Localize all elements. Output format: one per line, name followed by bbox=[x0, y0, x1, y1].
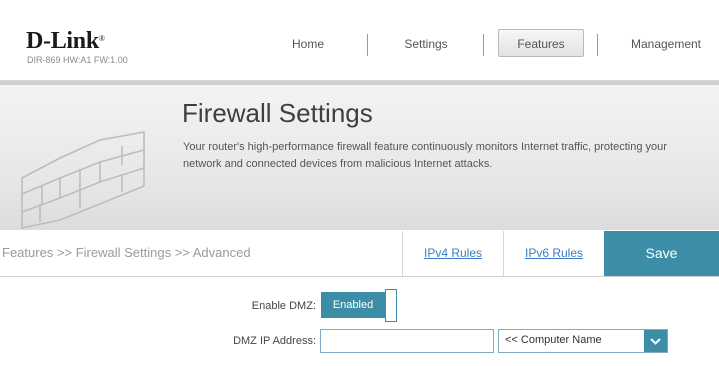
nav-divider bbox=[597, 34, 598, 56]
computer-name-select-value: << Computer Name bbox=[505, 334, 602, 346]
page-title: Firewall Settings bbox=[182, 98, 373, 128]
banner-top-stripe bbox=[0, 81, 719, 85]
dmz-toggle[interactable]: Enabled bbox=[321, 292, 385, 318]
nav-divider bbox=[483, 34, 484, 56]
breadcrumb: Features >> Firewall Settings >> Advance… bbox=[2, 245, 251, 260]
top-navigation-bar: D-Link® DIR-869 HW:A1 FW:1.00 Home Setti… bbox=[0, 0, 719, 81]
dmz-ip-label: DMZ IP Address: bbox=[233, 335, 316, 347]
chevron-down-icon[interactable] bbox=[644, 330, 667, 352]
nav-management[interactable]: Management bbox=[618, 30, 714, 58]
ipv6-rules-link[interactable]: IPv6 Rules bbox=[504, 231, 604, 276]
nav-home[interactable]: Home bbox=[278, 30, 338, 58]
nav-features[interactable]: Features bbox=[498, 30, 584, 58]
page-description: Your router's high-performance firewall … bbox=[183, 141, 667, 170]
nav-divider bbox=[367, 34, 368, 56]
dlink-logo: D-Link® bbox=[26, 28, 105, 54]
enable-dmz-label: Enable DMZ: bbox=[251, 300, 316, 312]
dmz-toggle-knob[interactable] bbox=[385, 289, 397, 322]
hardware-firmware-info: DIR-869 HW:A1 FW:1.00 bbox=[27, 55, 128, 65]
brick-wall-icon bbox=[21, 131, 145, 229]
nav-settings[interactable]: Settings bbox=[395, 30, 457, 58]
dmz-ip-input[interactable] bbox=[320, 329, 494, 353]
save-button[interactable]: Save bbox=[604, 231, 719, 276]
ipv4-rules-link[interactable]: IPv4 Rules bbox=[403, 231, 503, 276]
